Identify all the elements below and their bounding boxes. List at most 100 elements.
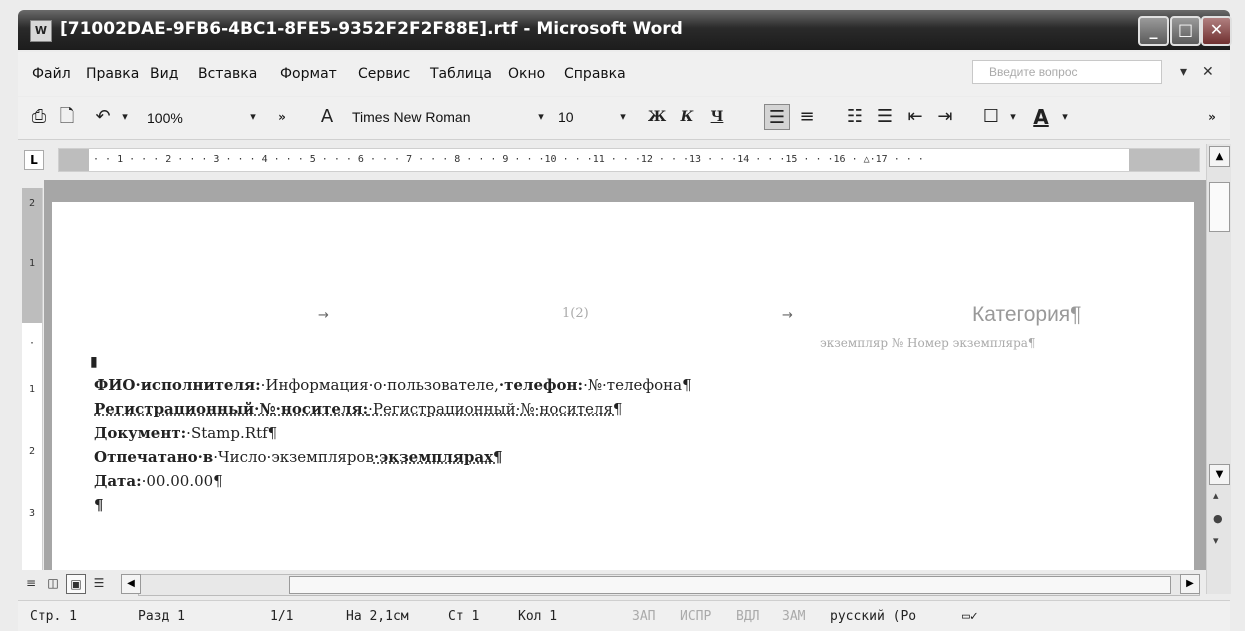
- doc-line-document: Документ:·Stamp.Rtf¶: [94, 424, 277, 442]
- scroll-left-button[interactable]: ◀: [121, 574, 141, 594]
- menu-help[interactable]: Справка: [564, 66, 626, 82]
- doc-label: ФИО·исполнителя:: [94, 376, 261, 394]
- menu-view[interactable]: Вид: [150, 66, 178, 82]
- scroll-right-button[interactable]: ▶: [1180, 574, 1200, 594]
- menu-format[interactable]: Формат: [280, 66, 337, 82]
- doc-value: ·Stamp.Rtf¶: [186, 424, 278, 442]
- next-page-icon[interactable]: ▾: [1213, 534, 1219, 547]
- status-bar: Стр. 1 Разд 1 1/1 На 2,1см Ст 1 Кол 1 ЗА…: [18, 600, 1230, 631]
- print-icon[interactable]: ⎙: [26, 104, 52, 130]
- numbered-list-icon[interactable]: ☷: [842, 104, 868, 130]
- vruler-tick: 3: [28, 508, 36, 519]
- borders-icon[interactable]: ☐: [978, 104, 1004, 130]
- font-size-combo[interactable]: 10: [558, 104, 598, 130]
- scroll-thumb[interactable]: [1209, 182, 1230, 232]
- status-track-changes[interactable]: ИСПР: [680, 609, 711, 624]
- doc-value: ·Регистрационный·№·носителя¶: [368, 400, 623, 418]
- print-preview-icon[interactable]: 🗋: [54, 104, 80, 130]
- scroll-down-button[interactable]: ▼: [1209, 464, 1230, 485]
- vertical-scrollbar[interactable]: ▲ ▼ ▴ ● ▾: [1206, 144, 1231, 594]
- view-bar: ≡ ◫ ▣ ☰ ◀ ▶: [18, 570, 1206, 600]
- doc-value: ·№·телефона¶: [583, 376, 692, 394]
- print-layout-icon[interactable]: ▣: [66, 574, 86, 594]
- ask-question-input[interactable]: [972, 60, 1162, 84]
- size-dropdown-icon[interactable]: ▾: [616, 104, 630, 130]
- horizontal-scrollbar[interactable]: ◀ ▶: [121, 574, 1200, 596]
- browse-object-icon[interactable]: ●: [1213, 512, 1223, 525]
- prev-page-icon[interactable]: ▴: [1213, 489, 1219, 502]
- undo-dropdown-icon[interactable]: ▾: [118, 104, 132, 130]
- increase-indent-icon[interactable]: ⇥: [932, 104, 958, 130]
- doc-label: Дата:: [94, 472, 142, 490]
- bold-button[interactable]: Ж: [644, 104, 670, 130]
- doc-line-executor: ФИО·исполнителя:·Информация·о·пользовате…: [94, 376, 692, 394]
- font-color-icon[interactable]: A: [1028, 104, 1054, 130]
- menu-edit[interactable]: Правка: [86, 66, 139, 82]
- ruler-left-margin: [59, 149, 89, 171]
- toolbar-overflow-icon[interactable]: »: [1204, 104, 1220, 130]
- tab-arrow-icon: →: [782, 308, 793, 323]
- status-position[interactable]: На 2,1см: [346, 609, 409, 624]
- doc-line-date: Дата:·00.00.00¶: [94, 472, 223, 490]
- status-language[interactable]: русский (Ро: [830, 609, 916, 624]
- status-page[interactable]: Стр. 1: [30, 609, 77, 624]
- toolbar-more-icon[interactable]: »: [274, 104, 290, 130]
- help-dropdown-icon[interactable]: ▾: [1180, 64, 1187, 80]
- status-column[interactable]: Кол 1: [518, 609, 557, 624]
- normal-view-icon[interactable]: ≡: [22, 574, 40, 592]
- styles-icon[interactable]: A: [314, 104, 340, 130]
- menu-table[interactable]: Таблица: [430, 66, 492, 82]
- maximize-button[interactable]: □: [1170, 16, 1201, 46]
- bulleted-list-icon[interactable]: ☰: [872, 104, 898, 130]
- vruler-tick: 1: [28, 384, 36, 395]
- zoom-combo[interactable]: 100%: [146, 104, 224, 132]
- status-line[interactable]: Ст 1: [448, 609, 479, 624]
- spelling-status-icon[interactable]: ▭✓: [962, 609, 978, 624]
- vruler-tick: 2: [28, 198, 36, 209]
- font-name-combo[interactable]: Times New Roman: [352, 104, 528, 130]
- ruler-right-margin: [1129, 149, 1199, 171]
- vertical-ruler[interactable]: 2 1 · 1 2 3: [22, 188, 43, 570]
- status-section[interactable]: Разд 1: [138, 609, 185, 624]
- menu-tools[interactable]: Сервис: [358, 66, 410, 82]
- status-pages[interactable]: 1/1: [270, 609, 293, 624]
- doc-value: ·Число·экземпляров: [213, 448, 374, 466]
- underline-button[interactable]: Ч: [704, 104, 730, 130]
- title-bar[interactable]: W [71002DAE-9FB6-4BC1-8FE5-9352F2F2F88E]…: [18, 10, 1232, 50]
- outline-view-icon[interactable]: ☰: [90, 574, 108, 592]
- font-color-dropdown-icon[interactable]: ▾: [1058, 104, 1072, 130]
- align-center-icon[interactable]: ≡: [794, 104, 820, 130]
- horizontal-ruler[interactable]: · · 1 · · · 2 · · · 3 · · · 4 · · · 5 · …: [58, 148, 1200, 172]
- doc-line-regnum: Регистрационный·№·носителя:·Регистрацион…: [94, 400, 622, 418]
- word-app-icon[interactable]: W: [30, 20, 52, 42]
- doc-empty-paragraph: ¶: [94, 496, 104, 514]
- ruler-row: L · · 1 · · · 2 · · · 3 · · · 4 · · · 5 …: [18, 140, 1230, 180]
- close-button[interactable]: ✕: [1201, 16, 1232, 46]
- close-document-button[interactable]: ✕: [1202, 64, 1214, 80]
- zoom-dropdown-icon[interactable]: ▾: [246, 104, 260, 130]
- doc-label: ·телефон:: [498, 376, 584, 394]
- menu-file[interactable]: Файл: [32, 66, 71, 82]
- web-view-icon[interactable]: ◫: [44, 574, 62, 592]
- decrease-indent-icon[interactable]: ⇤: [902, 104, 928, 130]
- status-extend-selection[interactable]: ВДЛ: [736, 609, 759, 624]
- font-dropdown-icon[interactable]: ▾: [534, 104, 548, 130]
- italic-button[interactable]: К: [674, 104, 700, 130]
- window-title: [71002DAE-9FB6-4BC1-8FE5-9352F2F2F88E].r…: [60, 19, 683, 39]
- align-left-icon[interactable]: ☰: [764, 104, 790, 130]
- scroll-up-button[interactable]: ▲: [1209, 146, 1230, 167]
- vruler-tick: 1: [28, 258, 36, 269]
- undo-icon[interactable]: ↶: [90, 104, 116, 130]
- doc-label: Документ:: [94, 424, 187, 442]
- menu-insert[interactable]: Вставка: [198, 66, 257, 82]
- tab-selector-icon[interactable]: L: [24, 150, 44, 170]
- hscroll-thumb[interactable]: [289, 576, 1171, 594]
- document-page[interactable]: → 1(2) → Категория¶ экземпляр № Номер эк…: [52, 202, 1194, 570]
- status-record-macro[interactable]: ЗАП: [632, 609, 655, 624]
- minimize-button[interactable]: _: [1138, 16, 1169, 46]
- document-area: → 1(2) → Категория¶ экземпляр № Номер эк…: [44, 180, 1206, 570]
- menu-window[interactable]: Окно: [508, 66, 545, 82]
- doc-label: Отпечатано·в: [94, 448, 214, 466]
- status-overtype[interactable]: ЗАМ: [782, 609, 805, 624]
- borders-dropdown-icon[interactable]: ▾: [1006, 104, 1020, 130]
